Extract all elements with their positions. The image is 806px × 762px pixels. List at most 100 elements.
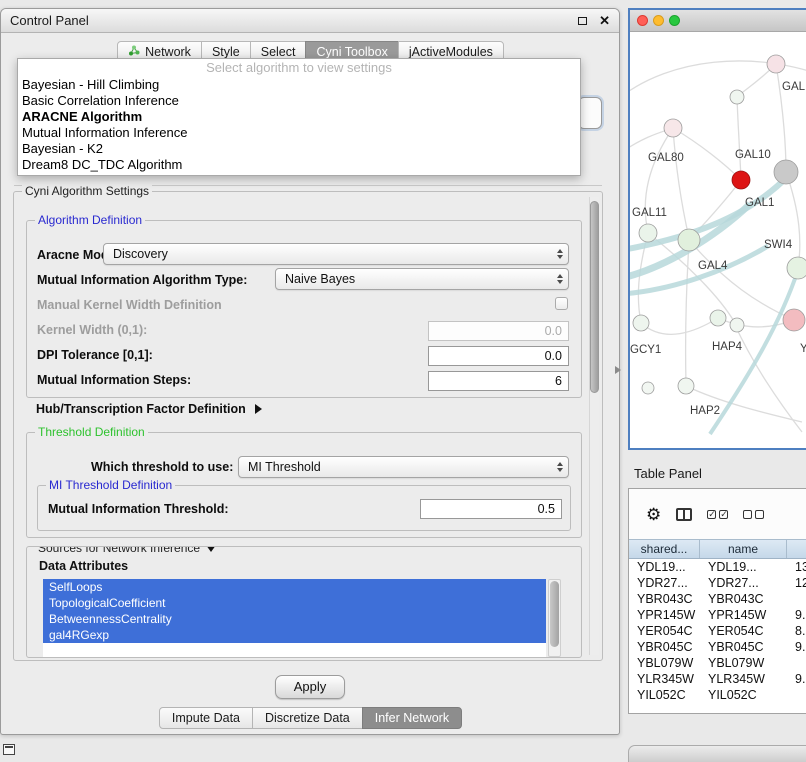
kernel-width-field[interactable]: 0.0 (428, 321, 569, 341)
network-graph[interactable]: GALGAL80GAL10GAL11GAL1SWI4GAL4GCY1HAP4HA… (630, 32, 806, 448)
node-label-gcy1: GCY1 (630, 344, 661, 356)
node-label-hap4: HAP4 (712, 341, 743, 353)
table-row[interactable]: YIL052CYIL052C (629, 687, 806, 703)
column-header-shared[interactable]: shared... (629, 540, 700, 558)
combo-arrows-icon (557, 244, 563, 264)
settings-group-title: Cyni Algorithm Settings (22, 184, 152, 198)
table-row[interactable]: YLR345WYLR345W9. (629, 671, 806, 687)
mi-steps-label: Mutual Information Steps: (37, 373, 191, 387)
bottom-tab-discretize-data[interactable]: Discretize Data (252, 707, 363, 729)
network-node[interactable] (767, 55, 785, 73)
table-row[interactable]: YDL19...YDL19...13 (629, 559, 806, 575)
tab-label: Network (145, 45, 191, 59)
algorithm-option-bayesian-k2[interactable]: Bayesian - K2 (18, 141, 580, 157)
network-node[interactable] (730, 318, 744, 332)
threshold-definition-group: Threshold Definition Which threshold to … (26, 432, 582, 538)
table-panel-window: ⚙ shared...name YDL19...YDL19...13YDR27.… (628, 488, 806, 714)
algorithm-option-basic-correlation-inference[interactable]: Basic Correlation Inference (18, 93, 580, 109)
table-cell: YER054C (629, 624, 700, 638)
algorithm-option-mutual-information-inference[interactable]: Mutual Information Inference (18, 125, 580, 141)
attribute-item-gal4rgexp[interactable]: gal4RGexp (43, 627, 546, 643)
table-row[interactable]: YBL079WYBL079W (629, 655, 806, 671)
control-panel-bottom-tabs: Impute DataDiscretize DataInfer Network (1, 707, 619, 729)
column-header-name[interactable]: name (700, 540, 787, 558)
dpi-tolerance-field[interactable]: 0.0 (428, 346, 569, 366)
table-header: shared...name (629, 539, 806, 559)
select-all-icon[interactable] (707, 510, 728, 519)
which-threshold-value: MI Threshold (248, 460, 321, 474)
node-label-hap2: HAP2 (690, 405, 720, 417)
table-row[interactable]: YER054CYER054C8. (629, 623, 806, 639)
network-canvas[interactable]: GALGAL80GAL10GAL11GAL1SWI4GAL4GCY1HAP4HA… (630, 32, 806, 448)
network-node[interactable] (787, 257, 806, 279)
table-cell: YIL052C (629, 688, 700, 702)
columns-icon[interactable] (676, 508, 692, 521)
tab-label: jActiveModules (409, 45, 493, 59)
attribute-item-topologicalcoefficient[interactable]: TopologicalCoefficient (43, 595, 546, 611)
algorithm-option-bayesian-hill-climbing[interactable]: Bayesian - Hill Climbing (18, 77, 580, 93)
network-node[interactable] (730, 90, 744, 104)
network-node[interactable] (642, 382, 654, 394)
network-node[interactable] (732, 171, 750, 189)
table-row[interactable]: YBR045CYBR045C9. (629, 639, 806, 655)
manual-kernel-checkbox[interactable] (555, 297, 568, 310)
minimize-traffic-light[interactable] (653, 15, 664, 26)
expand-right-icon (255, 404, 267, 414)
table-row[interactable]: YBR043CYBR043C (629, 591, 806, 607)
hub-definition-label: Hub/Transcription Factor Definition (36, 402, 246, 416)
mi-steps-field[interactable]: 6 (428, 371, 569, 391)
float-window-icon[interactable] (578, 17, 587, 25)
algorithm-option-aracne-algorithm[interactable]: ARACNE Algorithm (18, 109, 580, 125)
network-node[interactable] (774, 160, 798, 184)
panel-collapse-arrow-icon[interactable] (615, 366, 625, 374)
which-threshold-label: Which threshold to use: (91, 460, 233, 474)
apply-button[interactable]: Apply (275, 675, 346, 699)
aracne-mode-value: Discovery (113, 247, 168, 261)
deselect-all-icon[interactable] (743, 510, 764, 519)
combo-arrows-icon (557, 269, 563, 289)
table-cell: YDR27... (700, 576, 787, 590)
attribute-item-betweennesscentrality[interactable]: BetweennessCentrality (43, 611, 546, 627)
scrollbar-thumb[interactable] (590, 201, 599, 393)
bottom-panel-titlebar[interactable] (628, 745, 806, 762)
bottom-tab-impute-data[interactable]: Impute Data (159, 707, 253, 729)
network-node[interactable] (710, 310, 726, 326)
settings-scrollbar[interactable] (589, 197, 599, 655)
network-node[interactable] (783, 309, 805, 331)
table-cell: YER054C (700, 624, 787, 638)
bottom-tab-infer-network[interactable]: Infer Network (362, 707, 462, 729)
table-cell: YDL19... (629, 560, 700, 574)
mi-type-select[interactable]: Naive Bayes (275, 268, 569, 290)
network-node[interactable] (678, 378, 694, 394)
close-traffic-light[interactable] (637, 15, 648, 26)
sources-group: Sources for Network Inference Data Attri… (26, 546, 582, 658)
zoom-traffic-light[interactable] (669, 15, 680, 26)
algorithm-option-dream8-dc-tdc-algorithm[interactable]: Dream8 DC_TDC Algorithm (18, 157, 580, 173)
mi-threshold-field[interactable]: 0.5 (420, 499, 562, 519)
table-panel-title: Table Panel (634, 466, 702, 481)
aracne-mode-select[interactable]: Discovery (103, 243, 569, 265)
restore-panel-icon[interactable] (3, 744, 15, 755)
attribute-list-scrollbar[interactable] (548, 579, 561, 657)
hub-definition-toggle[interactable]: Hub/Transcription Factor Definition (36, 402, 267, 416)
close-window-icon[interactable]: ✕ (599, 14, 610, 27)
table-cell: YDR27... (629, 576, 700, 590)
tab-label: Cyni Toolbox (316, 45, 387, 59)
column-header-cut[interactable] (787, 540, 806, 558)
algorithm-combo-edge[interactable] (578, 97, 602, 129)
network-node[interactable] (664, 119, 682, 137)
network-node[interactable] (633, 315, 649, 331)
algorithm-dropdown-popup: Select algorithm to view settings Bayesi… (17, 58, 581, 176)
which-threshold-select[interactable]: MI Threshold (238, 456, 569, 478)
table-row[interactable]: YDR27...YDR27...12 (629, 575, 806, 591)
table-row[interactable]: YPR145WYPR145W9. (629, 607, 806, 623)
sources-title-text: Sources for Network Inference (38, 546, 200, 555)
scrollbar-thumb[interactable] (550, 581, 559, 647)
tab-label: Style (212, 45, 240, 59)
node-label-gal4: GAL4 (698, 260, 728, 272)
attribute-item-selfloops[interactable]: SelfLoops (43, 579, 546, 595)
network-node[interactable] (639, 224, 657, 242)
gear-icon[interactable]: ⚙ (646, 506, 661, 523)
network-node[interactable] (678, 229, 700, 251)
sources-group-title[interactable]: Sources for Network Inference (35, 546, 219, 557)
